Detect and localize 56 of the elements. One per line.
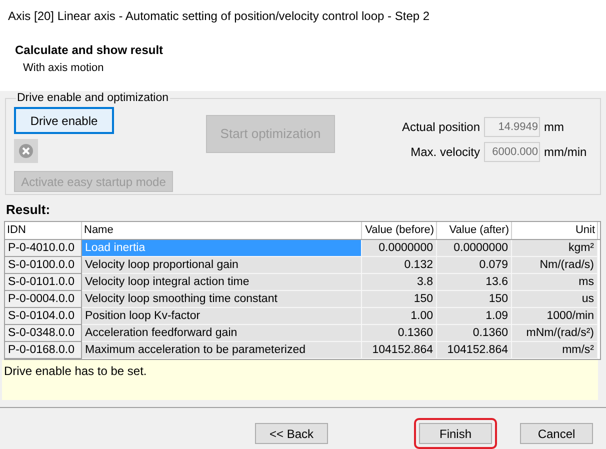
table-cell: P-0-4010.0.0 [5, 240, 82, 258]
table-cell: Velocity loop smoothing time constant [82, 291, 362, 308]
table-cell: mm/s² [512, 342, 598, 360]
table-cell: 104152.864 [362, 342, 437, 360]
field-label: Max. velocity [410, 144, 480, 162]
table-cell: mNm/(rad/s²) [512, 325, 598, 342]
drive-enable-button[interactable]: Drive enable [14, 107, 114, 134]
table-cell: 0.079 [437, 257, 512, 274]
table-cell: S-0-0104.0.0 [5, 308, 82, 326]
table-cell: S-0-0348.0.0 [5, 325, 82, 342]
window-title: Axis [20] Linear axis - Automatic setting of position/velocity control loop - Step 2 [8, 8, 431, 25]
table-cell: ms [512, 274, 598, 292]
field-label: Actual position [402, 119, 480, 136]
table-cell: 150 [362, 291, 437, 308]
result-title: Result: [6, 202, 52, 218]
table-cell: 0.0000000 [437, 240, 512, 258]
dialog-button[interactable]: Finish [419, 423, 492, 444]
unit-label: mm/min [544, 144, 588, 162]
table-cell: us [512, 291, 598, 308]
readonly-field[interactable]: 14.9949 [484, 117, 540, 138]
table-cell: 1.09 [437, 308, 512, 326]
cancel-icon-button[interactable] [14, 139, 38, 164]
table-cell: Velocity loop integral action time [82, 274, 362, 292]
table-cell: Nm/(rad/s) [512, 257, 598, 274]
table-cell: S-0-0101.0.0 [5, 274, 82, 292]
table-cell: 1.00 [362, 308, 437, 326]
column-header[interactable]: Name [82, 222, 362, 240]
table-cell: Load inertia [82, 240, 362, 258]
readonly-field[interactable]: 6000.000 [484, 142, 540, 162]
column-header[interactable]: IDN [5, 222, 82, 240]
table-cell: Acceleration feedforward gain [82, 325, 362, 342]
table-cell: 104152.864 [437, 342, 512, 360]
table-cell: 3.8 [362, 274, 437, 292]
table-cell: 0.132 [362, 257, 437, 274]
step-subtitle: With axis motion [23, 61, 105, 76]
table-cell: 150 [437, 291, 512, 308]
dialog-button[interactable]: Cancel [520, 423, 593, 444]
table-cell: 0.0000000 [362, 240, 437, 258]
message-box: Drive enable has to be set. [2, 360, 598, 400]
cross-circle-icon [18, 143, 34, 160]
table-cell: Position loop Kv-factor [82, 308, 362, 326]
group-title: Drive enable and optimization [16, 91, 170, 106]
step-title: Calculate and show result [15, 42, 164, 59]
table-cell: 0.1360 [362, 325, 437, 342]
table-cell: Maximum acceleration to be parameterized [82, 342, 362, 360]
table-cell: Velocity loop proportional gain [82, 257, 362, 274]
dialog-button[interactable]: << Back [255, 423, 328, 444]
unit-label: mm [544, 119, 565, 136]
column-header[interactable]: Value (before) [362, 222, 437, 240]
table-cell: 13.6 [437, 274, 512, 292]
table-cell: 0.1360 [437, 325, 512, 342]
table-cell: S-0-0100.0.0 [5, 257, 82, 274]
table-cell: P-0-0004.0.0 [5, 291, 82, 308]
table-cell: P-0-0168.0.0 [5, 342, 82, 360]
table-cell: 1000/min [512, 308, 598, 326]
table-cell: kgm² [512, 240, 598, 258]
